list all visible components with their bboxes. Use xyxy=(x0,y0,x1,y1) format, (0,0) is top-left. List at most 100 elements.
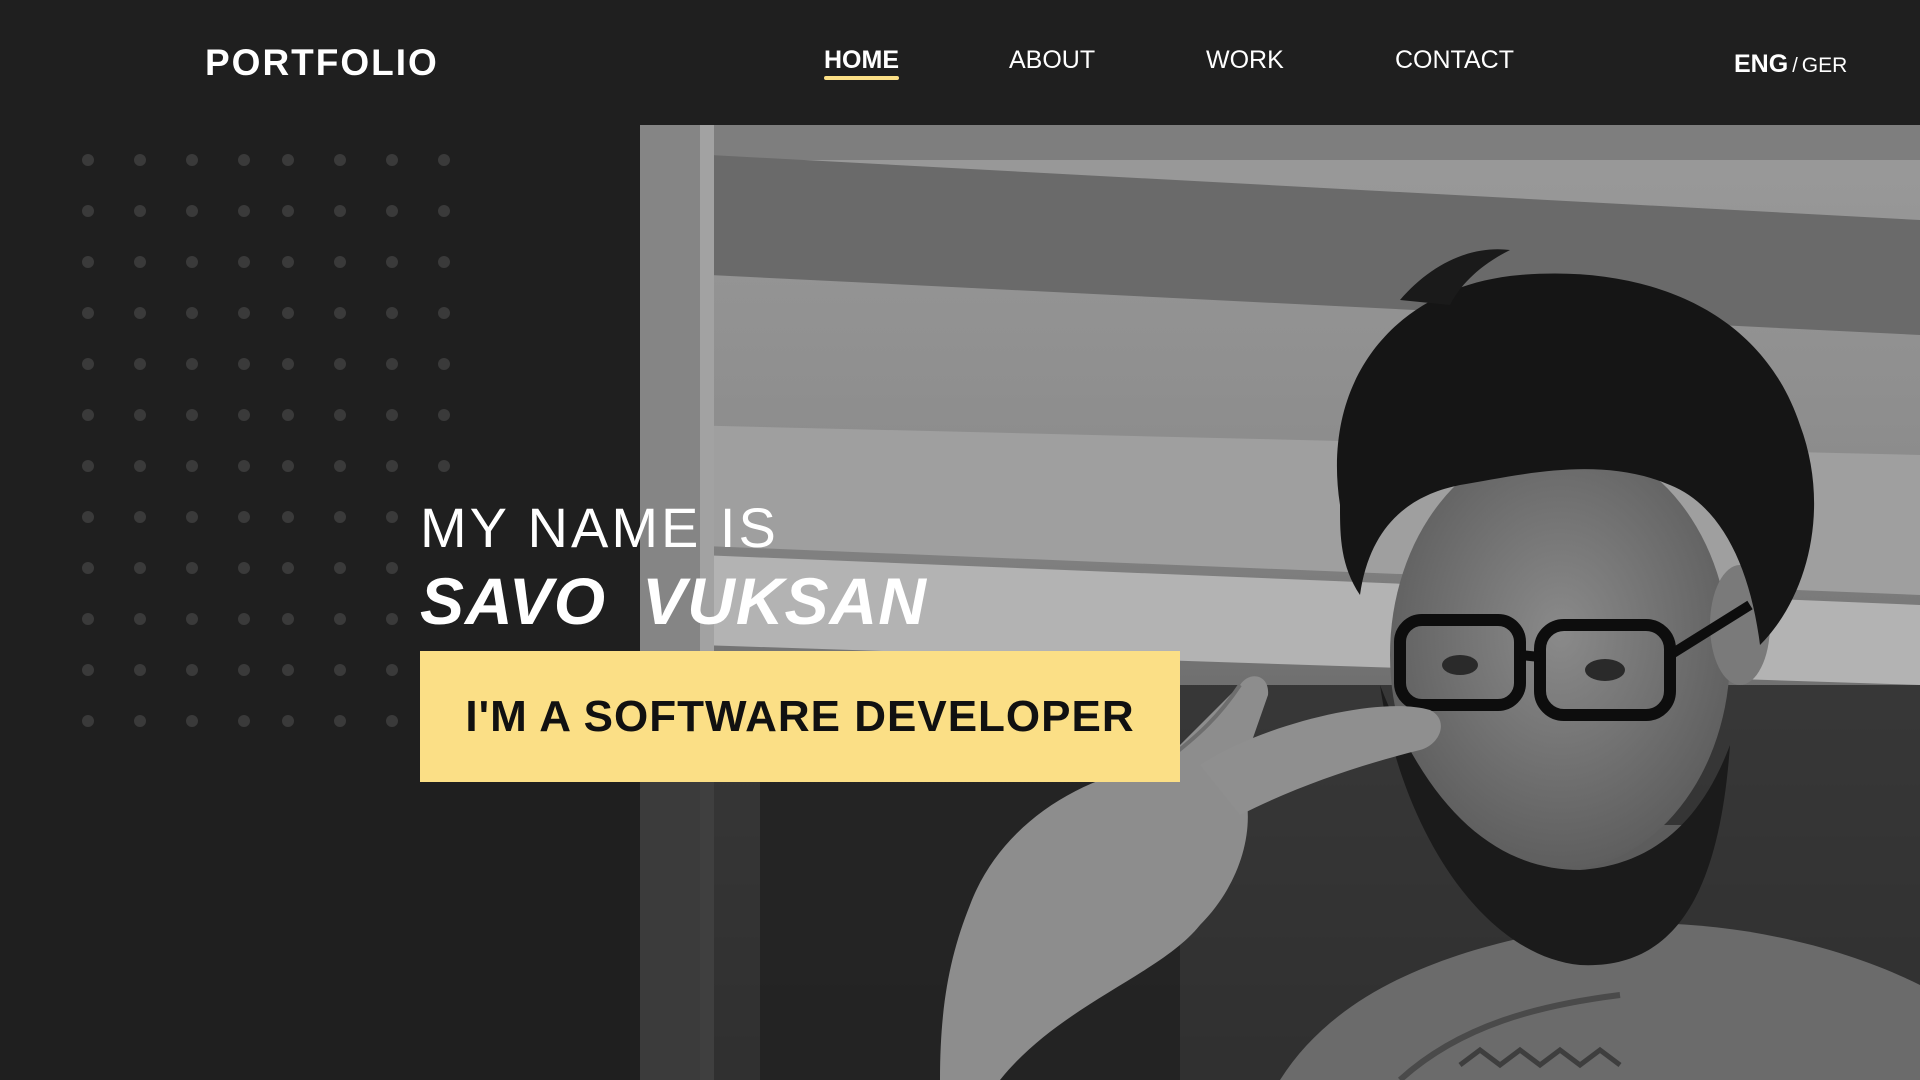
decorative-dot xyxy=(238,358,250,370)
decorative-dot xyxy=(134,562,146,574)
decorative-dot xyxy=(238,562,250,574)
decorative-dot xyxy=(438,409,450,421)
decorative-dot xyxy=(282,256,294,268)
decorative-dot xyxy=(82,511,94,523)
decorative-dot xyxy=(186,562,198,574)
decorative-dot xyxy=(134,358,146,370)
decorative-dot xyxy=(438,256,450,268)
decorative-dot xyxy=(238,511,250,523)
lang-separator: / xyxy=(1792,55,1798,77)
decorative-dot xyxy=(386,409,398,421)
decorative-dot xyxy=(238,154,250,166)
decorative-dot xyxy=(438,358,450,370)
decorative-dot xyxy=(186,409,198,421)
decorative-dot xyxy=(82,613,94,625)
decorative-dot xyxy=(186,358,198,370)
decorative-dot xyxy=(386,664,398,676)
hero-first-name: SAVO xyxy=(420,564,607,638)
active-nav-underline xyxy=(824,76,899,80)
decorative-dot xyxy=(334,154,346,166)
decorative-dot xyxy=(186,307,198,319)
decorative-dot xyxy=(186,256,198,268)
decorative-dot xyxy=(134,307,146,319)
decorative-dot xyxy=(186,154,198,166)
decorative-dot xyxy=(134,256,146,268)
decorative-dot xyxy=(134,715,146,727)
decorative-dot xyxy=(82,154,94,166)
decorative-dot xyxy=(438,307,450,319)
decorative-dot xyxy=(82,256,94,268)
hero-name: SAVO VUKSAN xyxy=(420,563,927,639)
lang-ger-option[interactable]: GER xyxy=(1802,54,1848,77)
decorative-dot xyxy=(334,409,346,421)
decorative-dot xyxy=(186,613,198,625)
decorative-dot xyxy=(238,256,250,268)
decorative-dot xyxy=(334,511,346,523)
decorative-dot xyxy=(282,409,294,421)
decorative-dot xyxy=(238,460,250,472)
decorative-dot xyxy=(186,715,198,727)
decorative-dot xyxy=(186,664,198,676)
decorative-dot xyxy=(82,409,94,421)
decorative-dot xyxy=(334,664,346,676)
decorative-dot xyxy=(282,460,294,472)
decorative-dot xyxy=(386,256,398,268)
decorative-dot xyxy=(134,613,146,625)
decorative-dot xyxy=(82,205,94,217)
decorative-dot xyxy=(282,307,294,319)
nav-item-home[interactable]: HOME xyxy=(824,46,899,80)
nav-item-contact[interactable]: CONTACT xyxy=(1395,46,1514,75)
nav-item-label: HOME xyxy=(824,46,899,74)
decorative-dot xyxy=(238,307,250,319)
nav-item-label: WORK xyxy=(1206,46,1284,74)
decorative-dot xyxy=(134,154,146,166)
decorative-dot xyxy=(334,715,346,727)
decorative-dot xyxy=(282,664,294,676)
language-switcher: ENG / GER xyxy=(1734,50,1847,79)
decorative-dot xyxy=(82,307,94,319)
decorative-dot xyxy=(282,511,294,523)
decorative-dot xyxy=(186,511,198,523)
decorative-dot xyxy=(186,460,198,472)
decorative-dot xyxy=(186,205,198,217)
decorative-dot xyxy=(134,664,146,676)
decorative-dot xyxy=(282,562,294,574)
decorative-dot xyxy=(238,664,250,676)
site-header: PORTFOLIO HOME ABOUT WORK CONTACT ENG / GE… xyxy=(0,0,1920,125)
decorative-dot xyxy=(386,307,398,319)
lang-eng-option[interactable]: ENG xyxy=(1734,50,1788,78)
decorative-dot xyxy=(334,562,346,574)
decorative-dot xyxy=(386,511,398,523)
nav-item-label: ABOUT xyxy=(1009,46,1096,74)
role-text: I'M A SOFTWARE DEVELOPER xyxy=(465,691,1135,741)
decorative-dot xyxy=(82,358,94,370)
decorative-dot xyxy=(334,358,346,370)
decorative-dot xyxy=(134,460,146,472)
decorative-dot xyxy=(82,460,94,472)
decorative-dot xyxy=(386,358,398,370)
decorative-dot xyxy=(282,715,294,727)
decorative-dot xyxy=(386,460,398,472)
nav-item-work[interactable]: WORK xyxy=(1206,46,1284,75)
decorative-dot xyxy=(386,205,398,217)
decorative-dot xyxy=(334,613,346,625)
decorative-dot xyxy=(438,205,450,217)
decorative-dot xyxy=(282,613,294,625)
decorative-dot xyxy=(282,205,294,217)
decorative-dot xyxy=(334,256,346,268)
decorative-dot xyxy=(82,664,94,676)
nav-item-about[interactable]: ABOUT xyxy=(1009,46,1095,75)
decorative-dot xyxy=(238,409,250,421)
decorative-dot xyxy=(386,154,398,166)
decorative-dot xyxy=(82,715,94,727)
decorative-dot xyxy=(386,562,398,574)
decorative-dot xyxy=(334,205,346,217)
decorative-dot xyxy=(282,154,294,166)
decorative-dot xyxy=(334,460,346,472)
nav-item-label: CONTACT xyxy=(1395,46,1514,74)
decorative-dot xyxy=(386,613,398,625)
decorative-dot xyxy=(282,358,294,370)
decorative-dot xyxy=(438,460,450,472)
role-banner: I'M A SOFTWARE DEVELOPER xyxy=(420,651,1180,782)
decorative-dot xyxy=(82,562,94,574)
